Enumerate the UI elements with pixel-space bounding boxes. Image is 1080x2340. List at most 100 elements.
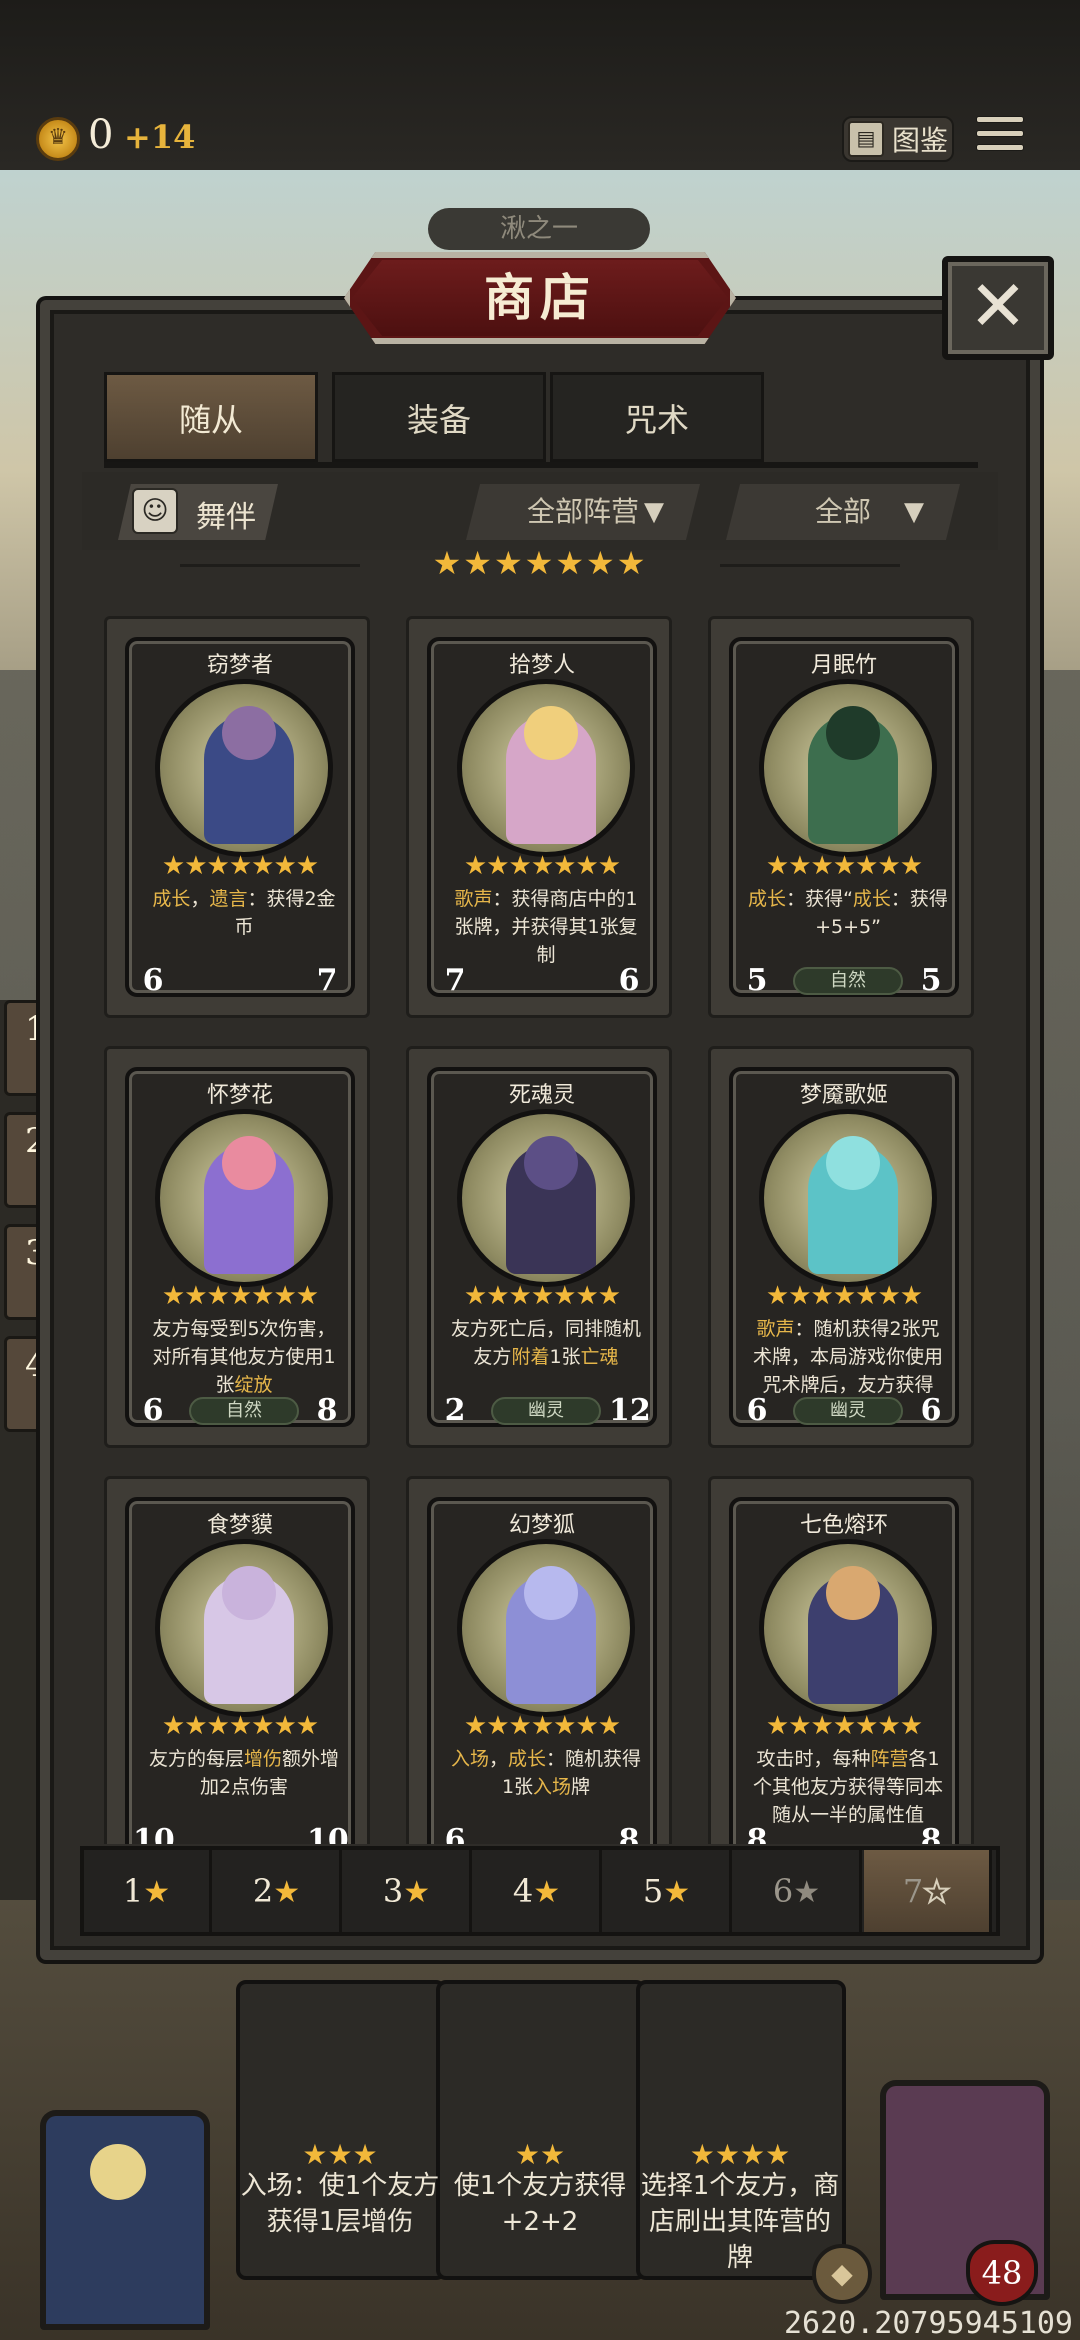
keyword: 入场 (450, 1748, 489, 1770)
card-portrait (155, 1109, 333, 1287)
portrait-head (826, 706, 880, 760)
card-name: 食梦貘 (206, 1513, 273, 1538)
shop-card-slot[interactable]: 月眠竹 ★★★★★★★ 成长：获得“成长：获得+5+5” 5 5 自然 (708, 616, 974, 1018)
star-filter-3[interactable]: 3★ (344, 1850, 472, 1932)
card-name: 七色熔环 (799, 1513, 888, 1538)
faction-dropdown-label: 全部阵营 (526, 495, 639, 528)
shop-card-slot[interactable]: 怀梦花 ★★★★★★★ 友方每受到5次伤害，对所有其他友方使用1张绽放 6 8 自然 (104, 1046, 370, 1448)
tribe-badge: 幽灵 (491, 1397, 601, 1425)
seed-text: 2620.20795945109 (784, 2306, 1073, 2340)
card-stars: ★★★★★★★ (463, 1711, 621, 1741)
hero-hp-badge: 48 (966, 2240, 1038, 2306)
health-stat: 8 (609, 1821, 649, 1844)
faction-dropdown[interactable]: 全部阵营 ▼ (466, 484, 700, 540)
star-filter-7[interactable]: 7★ (864, 1850, 992, 1932)
minion-card[interactable]: 月眠竹 ★★★★★★★ 成长：获得“成长：获得+5+5” 5 5 自然 (729, 637, 959, 998)
star-filter-number: 5 (642, 1872, 664, 1910)
card-text: ， (190, 888, 210, 910)
shop-card-slot[interactable]: 死魂灵 ★★★★★★★ 友方死亡后，同排随机友方附着1张亡魂 2 12 幽灵 (406, 1046, 672, 1448)
minion-card[interactable]: 幻梦狐 ★★★★★★★ 入场，成长：随机获得1张入场牌 6 8 (427, 1497, 657, 1844)
book-icon: ▤ (848, 121, 884, 157)
health-stat: 8 (307, 1391, 347, 1431)
side-slot[interactable]: 4 (4, 1336, 47, 1432)
divider (180, 564, 360, 567)
attack-stat: 10 (133, 1821, 175, 1844)
keyword: 附着 (511, 1346, 550, 1368)
card-description: 友方每受到5次伤害，对所有其他友方使用1张绽放 (143, 1315, 345, 1399)
card-text: 牌 (571, 1776, 591, 1798)
shop-card-slot[interactable]: 窃梦者 ★★★★★★★ 成长，遗言：获得2金币 6 7 (104, 616, 370, 1018)
codex-label: 图鉴 (892, 124, 949, 157)
card-stars: ★★★★★★★ (161, 851, 319, 881)
card-portrait (759, 1539, 937, 1717)
attack-stat: 2 (435, 1391, 475, 1431)
minion-card[interactable]: 窃梦者 ★★★★★★★ 成长，遗言：获得2金币 6 7 (125, 637, 355, 998)
keyword: 绽放 (234, 1374, 273, 1396)
keyword: 遗言 (209, 888, 248, 910)
card-name: 窃梦者 (206, 653, 273, 678)
shop-card-slot[interactable]: 七色熔环 ★★★★★★★ 攻击时，每种阵营各1个其他友方获得等同本随从一半的属性值 8… (708, 1476, 974, 1844)
type-dropdown-label: 全部 (814, 495, 871, 528)
shop-card-slot[interactable]: 拾梦人 ★★★★★★★ 歌声：获得商店中的1张牌，并获得其1张复制 7 6 (406, 616, 672, 1018)
shield-icon[interactable]: ◆ (812, 2244, 872, 2304)
close-button[interactable]: ✕ (942, 256, 1054, 360)
minion-card[interactable]: 死魂灵 ★★★★★★★ 友方死亡后，同排随机友方附着1张亡魂 2 12 幽灵 (427, 1067, 657, 1428)
card-description: 友方死亡后，同排随机友方附着1张亡魂 (445, 1315, 647, 1371)
health-stat: 8 (911, 1821, 951, 1844)
shop-card-slot[interactable]: 幻梦狐 ★★★★★★★ 入场，成长：随机获得1张入场牌 6 8 (406, 1476, 672, 1844)
health-stat: 6 (911, 1391, 951, 1431)
codex-button[interactable]: ▤ 图鉴 (842, 116, 954, 162)
tab-divider (104, 462, 978, 468)
type-dropdown[interactable]: 全部 ▼ (726, 484, 960, 540)
card-name: 月眠竹 (810, 653, 877, 678)
keyword: 亡魂 (580, 1346, 619, 1368)
tab-equipment[interactable]: 装备 (332, 372, 546, 462)
gold-income: +14 (124, 118, 196, 156)
keyword: 成长 (852, 888, 891, 910)
star-filter-number: 3 (382, 1872, 404, 1910)
portrait-head (826, 1136, 880, 1190)
card-stars: ★★★★★★★ (161, 1711, 319, 1741)
minion-card[interactable]: 怀梦花 ★★★★★★★ 友方每受到5次伤害，对所有其他友方使用1张绽放 6 8 自然 (125, 1067, 355, 1428)
keyword: 入场 (533, 1776, 572, 1798)
star-filter-5[interactable]: 5★ (604, 1850, 732, 1932)
portrait-head (826, 1566, 880, 1620)
star-filter-2[interactable]: 2★ (214, 1850, 342, 1932)
keyword: 成长 (508, 1748, 547, 1770)
star-filter-number: 2 (252, 1872, 274, 1910)
health-stat: 12 (609, 1391, 651, 1431)
star-filter-6[interactable]: 6★ (734, 1850, 862, 1932)
card-name: 怀梦花 (206, 1083, 273, 1108)
star-icon: ★ (922, 1874, 951, 1911)
card-portrait (457, 1109, 635, 1287)
star-filter-number: 6 (772, 1872, 794, 1910)
tab-minions[interactable]: 随从 (104, 372, 318, 462)
card-portrait (155, 679, 333, 857)
side-slot[interactable]: 3 (4, 1224, 47, 1320)
left-hero-portrait[interactable] (40, 2110, 210, 2330)
shop-card-slot[interactable]: 食梦貘 ★★★★★★★ 友方的每层增伤额外增加2点伤害 10 10 (104, 1476, 370, 1844)
close-icon: ✕ (968, 265, 1028, 347)
menu-icon[interactable] (976, 116, 1024, 160)
minion-card[interactable]: 食梦貘 ★★★★★★★ 友方的每层增伤额外增加2点伤害 10 10 (125, 1497, 355, 1844)
side-slot[interactable]: 2 (4, 1112, 47, 1208)
card-text: ：获得“ (786, 888, 853, 910)
card-text: ：获得2金币 (234, 888, 336, 938)
tab-spells[interactable]: 咒术 (550, 372, 764, 462)
card-description: 入场，成长：随机获得1张入场牌 (445, 1745, 647, 1801)
card-description: 攻击时，每种阵营各1个其他友方获得等同本随从一半的属性值 (747, 1745, 949, 1829)
shop-card-slot[interactable]: 梦魇歌姬 ★★★★★★★ 歌声：随机获得2张咒术牌，本局游戏你使用咒术牌后，友方获得… (708, 1046, 974, 1448)
star-filter-1[interactable]: 1★ (84, 1850, 212, 1932)
minion-card[interactable]: 梦魇歌姬 ★★★★★★★ 歌声：随机获得2张咒术牌，本局游戏你使用咒术牌后，友方获得… (729, 1067, 959, 1428)
minion-card[interactable]: 七色熔环 ★★★★★★★ 攻击时，每种阵营各1个其他友方获得等同本随从一半的属性值 8… (729, 1497, 959, 1844)
side-slot[interactable]: 1 (4, 1000, 47, 1096)
star-icon: ★ (273, 1875, 301, 1910)
shop-title: 商店 (484, 268, 596, 327)
star-filter-4[interactable]: 4★ (474, 1850, 602, 1932)
subtitle-pill: 湫之一 (428, 208, 650, 250)
card-stars: ★★★★★★★ (463, 851, 621, 881)
tribe-badge: 自然 (793, 967, 903, 995)
tribe-badge: 自然 (189, 1397, 299, 1425)
card-portrait (759, 1109, 937, 1287)
minion-card[interactable]: 拾梦人 ★★★★★★★ 歌声：获得商店中的1张牌，并获得其1张复制 7 6 (427, 637, 657, 998)
